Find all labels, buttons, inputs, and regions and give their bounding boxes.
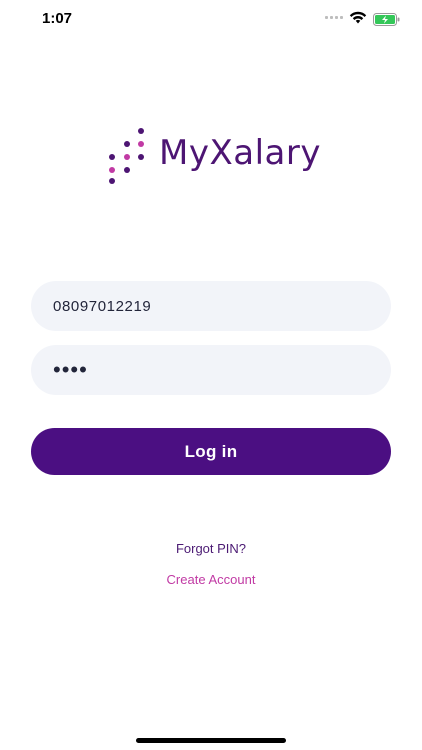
status-time: 1:07 bbox=[42, 10, 73, 27]
pin-input[interactable]: •••• bbox=[31, 345, 391, 395]
logo-dots-icon bbox=[109, 128, 144, 184]
status-bar: 1:07 bbox=[0, 0, 422, 40]
create-account-link[interactable]: Create Account bbox=[0, 572, 422, 587]
home-indicator[interactable] bbox=[136, 738, 286, 743]
cellular-signal-icon bbox=[325, 16, 343, 19]
login-button[interactable]: Log in bbox=[31, 428, 391, 475]
logo: MyXalary bbox=[103, 125, 323, 185]
forgot-pin-link[interactable]: Forgot PIN? bbox=[0, 541, 422, 556]
battery-charging-icon bbox=[373, 13, 400, 26]
logo-wordmark: MyXalary bbox=[159, 133, 321, 173]
phone-number-input[interactable]: 08097012219 bbox=[31, 281, 391, 331]
wifi-icon bbox=[349, 11, 367, 24]
